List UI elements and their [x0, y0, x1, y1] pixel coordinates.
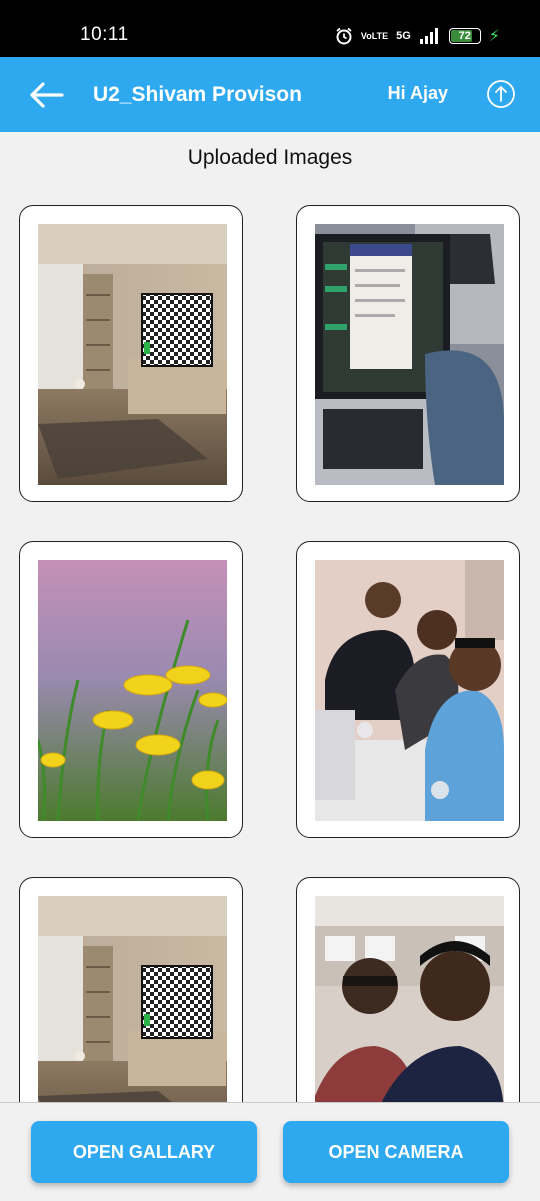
- image-thumbnail-living-room: [38, 224, 227, 485]
- image-card[interactable]: [296, 541, 520, 838]
- image-thumbnail-flowers: [38, 560, 227, 821]
- bottom-action-bar: OPEN GALLARY OPEN CAMERA: [0, 1102, 540, 1201]
- image-thumbnail-office-selfie: [315, 896, 504, 1102]
- image-grid: [0, 0, 540, 1102]
- image-card[interactable]: [19, 205, 243, 502]
- image-thumbnail-living-room: [38, 896, 227, 1102]
- image-card[interactable]: [296, 877, 520, 1102]
- image-thumbnail-laptop: [315, 224, 504, 485]
- image-thumbnail-group-selfie: [315, 560, 504, 821]
- image-card[interactable]: [19, 877, 243, 1102]
- open-camera-button[interactable]: OPEN CAMERA: [283, 1121, 509, 1183]
- open-gallery-button[interactable]: OPEN GALLARY: [31, 1121, 257, 1183]
- image-card[interactable]: [296, 205, 520, 502]
- battery-level: 72: [458, 30, 471, 42]
- image-card[interactable]: [19, 541, 243, 838]
